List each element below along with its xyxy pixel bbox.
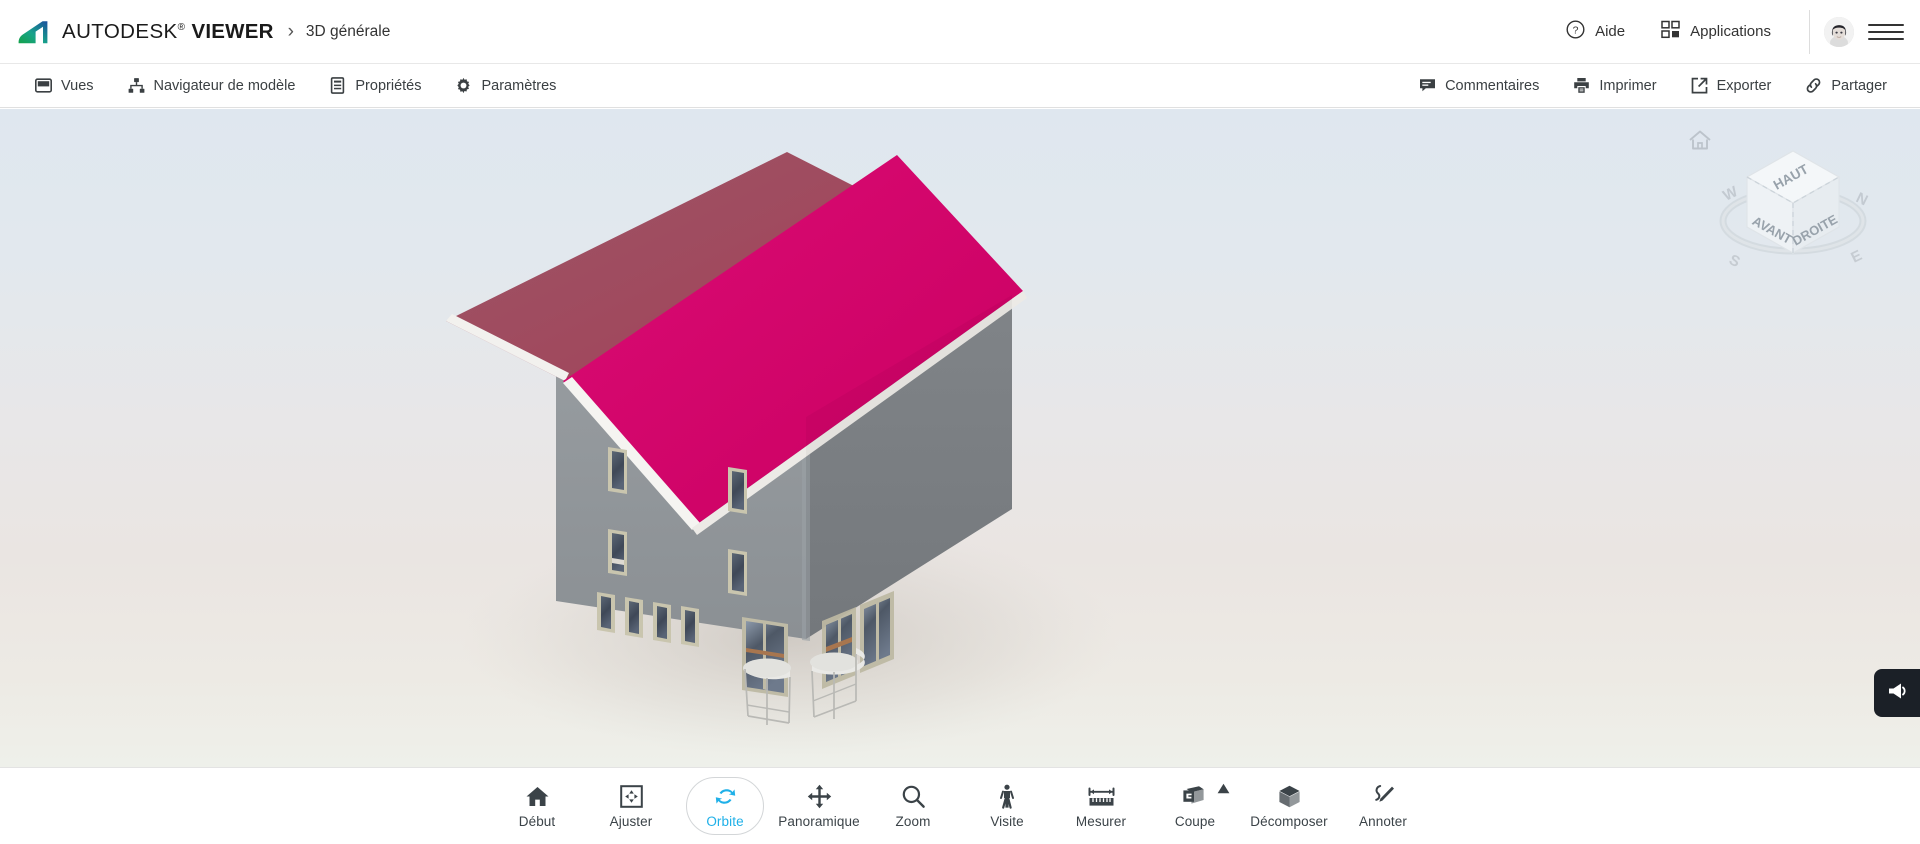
brand-registered-mark: ® — [177, 21, 186, 33]
tool-label: Début — [518, 813, 556, 829]
properties-button[interactable]: Propriétés — [312, 64, 438, 108]
print-label: Imprimer — [1599, 77, 1657, 94]
autodesk-viewer-app: AUTODESK® VIEWER › 3D générale ? Aide Ap… — [0, 0, 1920, 844]
properties-label: Propriétés — [355, 77, 422, 94]
tool-zoom[interactable]: Zoom — [866, 775, 960, 837]
caret-up-icon — [1217, 781, 1230, 799]
brand-suffix: VIEWER — [191, 19, 274, 43]
share-label: Partager — [1831, 77, 1887, 94]
ruler-measure-icon — [1088, 784, 1115, 810]
tool-coupe[interactable]: Coupe — [1148, 775, 1242, 837]
tool-debut[interactable]: Début — [490, 775, 584, 837]
svg-text:?: ? — [1573, 25, 1579, 37]
annotate-pencil-icon — [1371, 784, 1396, 810]
compass-s: S — [1726, 251, 1742, 271]
section-cut-icon — [1182, 784, 1208, 810]
3d-building-model[interactable] — [0, 109, 1920, 767]
tool-label: Ajuster — [609, 813, 653, 829]
hamburger-line — [1868, 30, 1904, 33]
view-cube[interactable]: W N S E HAUT AVANT DROITE — [1698, 125, 1888, 290]
help-circle-icon: ? — [1566, 20, 1585, 43]
navigation-widgets: W N S E HAUT AVANT DROITE — [1680, 117, 1910, 302]
tool-label: Coupe — [1174, 813, 1216, 829]
secondary-toolbar-left: Vues Navigateur de modèle Propriétés Par… — [0, 64, 573, 108]
brand-title: AUTODESK® VIEWER — [62, 20, 274, 44]
comment-bubble-icon — [1419, 77, 1436, 94]
magnifier-icon — [901, 784, 926, 810]
tool-annoter[interactable]: Annoter — [1336, 775, 1430, 837]
tool-ajuster[interactable]: Ajuster — [584, 775, 678, 837]
export-button[interactable]: Exporter — [1674, 64, 1789, 108]
help-label: Aide — [1595, 23, 1626, 40]
3d-viewport-canvas[interactable]: W N S E HAUT AVANT DROITE — [0, 109, 1920, 767]
settings-label: Paramètres — [481, 77, 557, 94]
compass-e: E — [1848, 247, 1864, 267]
megaphone-feedback-icon — [1886, 681, 1908, 706]
fit-to-view-icon — [619, 784, 643, 810]
help-button[interactable]: ? Aide — [1548, 0, 1643, 63]
home-icon — [525, 784, 550, 810]
tool-mesurer[interactable]: Mesurer — [1054, 775, 1148, 837]
autodesk-logo — [18, 18, 48, 46]
tool-panoramique[interactable]: Panoramique — [772, 775, 866, 837]
explode-cube-icon — [1277, 784, 1302, 810]
applications-label: Applications — [1690, 23, 1771, 40]
tool-label: Visite — [990, 813, 1024, 829]
hamburger-line — [1868, 37, 1904, 40]
secondary-toolbar-right: Commentaires Imprimer Exporter Partager — [1402, 64, 1920, 108]
export-external-link-icon — [1691, 77, 1708, 94]
tool-decomposer[interactable]: Décomposer — [1242, 775, 1336, 837]
tool-label: Annoter — [1359, 813, 1407, 829]
tool-label: Orbite — [706, 813, 744, 829]
hamburger-line — [1868, 23, 1904, 26]
views-panel-icon — [35, 77, 52, 94]
comments-button[interactable]: Commentaires — [1402, 64, 1556, 108]
settings-button[interactable]: Paramètres — [438, 64, 573, 108]
tool-label: Zoom — [895, 813, 931, 829]
walk-person-icon — [997, 784, 1017, 810]
model-tree-icon — [128, 77, 145, 94]
tool-visite[interactable]: Visite — [960, 775, 1054, 837]
export-label: Exporter — [1716, 77, 1772, 94]
tool-label: Mesurer — [1075, 813, 1127, 829]
tool-label: Panoramique — [778, 813, 860, 829]
user-avatar[interactable] — [1824, 16, 1854, 47]
print-button[interactable]: Imprimer — [1556, 64, 1673, 108]
properties-document-icon — [329, 77, 346, 94]
app-header: AUTODESK® VIEWER › 3D générale ? Aide Ap… — [0, 0, 1920, 64]
pan-arrows-icon — [807, 784, 832, 810]
applications-button[interactable]: Applications — [1643, 0, 1789, 63]
secondary-toolbar: Vues Navigateur de modèle Propriétés Par… — [0, 64, 1920, 108]
hamburger-menu-icon[interactable] — [1868, 14, 1904, 50]
breadcrumb-separator: › — [287, 21, 294, 42]
brand-block: AUTODESK® VIEWER › 3D générale — [0, 18, 390, 46]
header-divider — [1809, 9, 1810, 54]
model-browser-label: Navigateur de modèle — [153, 77, 296, 94]
brand-prefix: AUTODESK — [62, 19, 178, 43]
views-button[interactable]: Vues — [18, 64, 111, 108]
gear-icon — [455, 77, 472, 94]
share-link-icon — [1805, 77, 1822, 94]
feedback-button[interactable] — [1874, 669, 1920, 717]
views-label: Vues — [61, 77, 94, 94]
header-actions: ? Aide Applications — [1548, 0, 1920, 63]
tool-orbite[interactable]: Orbite — [678, 775, 772, 837]
viewer-bottom-toolbar: Début Ajuster Orbite Panoramique Zoom Vi… — [0, 767, 1920, 844]
document-title: 3D générale — [305, 22, 391, 40]
grid-apps-icon — [1661, 20, 1680, 43]
tool-group: Début Ajuster Orbite Panoramique Zoom Vi… — [490, 775, 1430, 837]
orbit-icon — [713, 784, 738, 810]
tool-label: Décomposer — [1250, 813, 1328, 829]
comments-label: Commentaires — [1445, 77, 1540, 94]
printer-icon — [1573, 77, 1590, 94]
share-button[interactable]: Partager — [1788, 64, 1904, 108]
model-browser-button[interactable]: Navigateur de modèle — [111, 64, 313, 108]
